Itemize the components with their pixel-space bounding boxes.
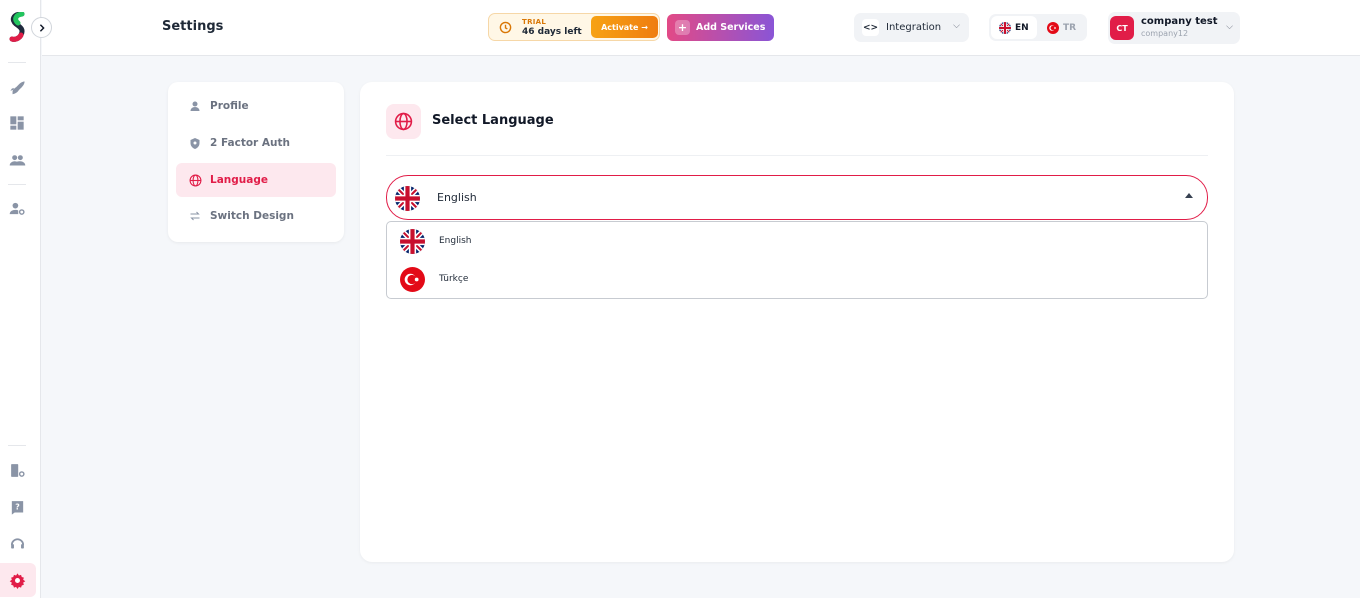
- turkey-flag-icon: [400, 266, 425, 292]
- card-divider: [386, 155, 1208, 156]
- language-option-tr[interactable]: TR: [1045, 16, 1085, 39]
- language-option-turkce[interactable]: Türkçe: [387, 260, 1207, 298]
- nav-label: Switch Design: [210, 210, 294, 222]
- option-label: English: [439, 236, 472, 246]
- integration-label: Integration: [886, 22, 942, 33]
- language-card: Select Language English English Türkçe: [360, 82, 1234, 562]
- language-code: EN: [1015, 22, 1029, 33]
- user-menu[interactable]: CT company test company12 ⌵: [1108, 12, 1240, 44]
- uk-flag-icon: [395, 186, 420, 211]
- clock-icon: [499, 21, 512, 34]
- svg-text:?: ?: [15, 502, 20, 511]
- globe-icon: [386, 104, 421, 139]
- card-title: Select Language: [432, 113, 554, 128]
- option-label: Türkçe: [439, 274, 469, 284]
- trial-label: TRIAL: [522, 18, 547, 26]
- page-title: Settings: [162, 19, 224, 34]
- rail-divider: [8, 62, 26, 63]
- language-select[interactable]: English: [386, 175, 1208, 220]
- plus-icon: +: [675, 20, 690, 35]
- settings-nav: Profile 2 Factor Auth Language Switch De…: [168, 82, 344, 242]
- chevron-down-icon: ⌵: [1226, 22, 1233, 32]
- nav-label: Profile: [210, 100, 249, 112]
- settings-nav-2fa[interactable]: 2 Factor Auth: [176, 126, 336, 160]
- trial-badge: TRIAL 46 days left Activate →: [488, 13, 660, 41]
- app-logo-icon[interactable]: [9, 12, 27, 42]
- integration-dropdown[interactable]: <> Integration ⌵: [854, 13, 969, 42]
- settings-nav-language[interactable]: Language: [176, 163, 336, 197]
- language-switcher: EN TR: [989, 14, 1087, 41]
- language-option-english[interactable]: English: [387, 222, 1207, 260]
- rail-divider: [8, 184, 26, 185]
- chevron-right-icon: [39, 23, 45, 32]
- rail-divider: [8, 445, 26, 446]
- turkey-flag-icon: [1047, 21, 1059, 34]
- avatar: CT: [1110, 16, 1134, 40]
- help-book-icon[interactable]: ?: [7, 497, 27, 517]
- gear-icon[interactable]: [7, 570, 27, 590]
- language-select-value: English: [437, 191, 477, 204]
- support-icon[interactable]: [7, 533, 27, 553]
- activate-button[interactable]: Activate →: [591, 16, 658, 38]
- settings-nav-switch-design[interactable]: Switch Design: [176, 199, 336, 233]
- language-code: TR: [1063, 22, 1077, 33]
- shield-icon: [188, 136, 202, 150]
- expand-sidebar-button[interactable]: [31, 17, 52, 38]
- uk-flag-icon: [999, 21, 1011, 34]
- trial-days-left: 46 days left: [522, 27, 582, 37]
- dashboard-icon[interactable]: [7, 113, 27, 133]
- caret-up-icon: [1185, 193, 1193, 198]
- nav-label: Language: [210, 174, 268, 186]
- settings-nav-profile[interactable]: Profile: [176, 89, 336, 123]
- user-name: company test: [1141, 16, 1218, 27]
- user-username: company12: [1141, 29, 1189, 38]
- users-icon[interactable]: [7, 150, 27, 170]
- rocket-icon[interactable]: [7, 76, 27, 96]
- add-services-button[interactable]: + Add Services: [667, 14, 774, 41]
- chevron-down-icon: ⌵: [953, 21, 960, 31]
- user-settings-icon[interactable]: [7, 198, 27, 218]
- top-bar: Settings TRIAL 46 days left Activate → +…: [42, 0, 1360, 56]
- globe-icon: [188, 173, 202, 187]
- swap-icon: [188, 209, 202, 223]
- language-option-en[interactable]: EN: [991, 16, 1037, 39]
- code-icon: <>: [862, 19, 879, 36]
- user-settings-2-icon[interactable]: [7, 460, 27, 480]
- user-icon: [188, 99, 202, 113]
- language-dropdown-menu: English Türkçe: [386, 221, 1208, 299]
- add-services-label: Add Services: [696, 22, 766, 33]
- sidebar-rail: ?: [0, 0, 41, 598]
- nav-label: 2 Factor Auth: [210, 137, 290, 149]
- uk-flag-icon: [400, 228, 425, 254]
